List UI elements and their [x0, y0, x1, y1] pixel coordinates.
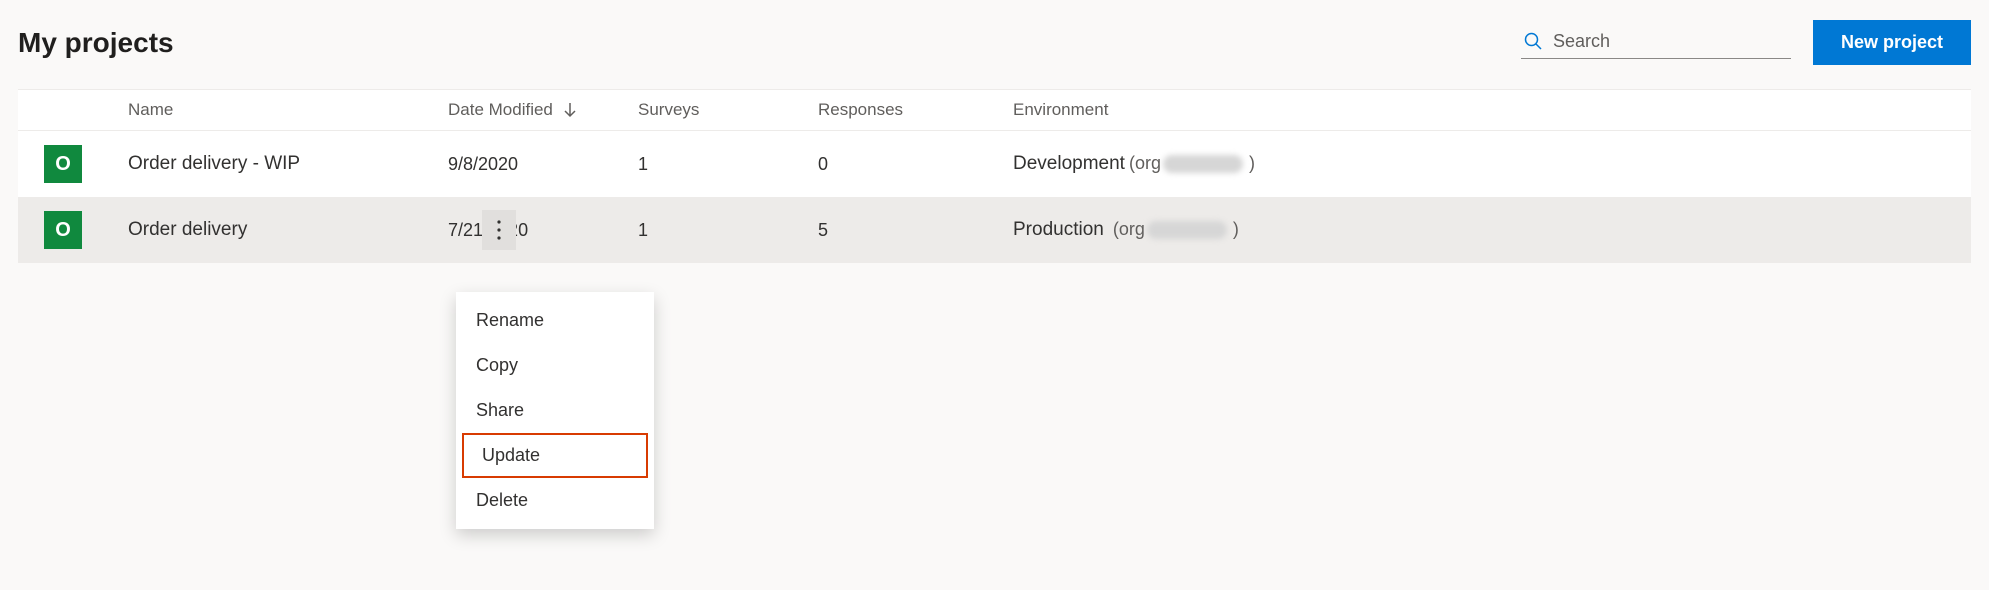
- menu-item-share[interactable]: Share: [456, 388, 654, 433]
- search-input[interactable]: [1553, 31, 1789, 52]
- org-suffix: ): [1249, 153, 1255, 173]
- table-row[interactable]: O Order delivery - WIP 9/8/2020 1 0 Deve…: [18, 131, 1971, 197]
- sort-descending-icon: [563, 102, 577, 118]
- table-row[interactable]: O Order delivery 7/21/2020 1 5 Productio…: [18, 197, 1971, 263]
- project-avatar: O: [44, 211, 82, 249]
- vertical-ellipsis-icon: [497, 220, 501, 240]
- org-prefix: (org: [1129, 153, 1161, 173]
- search-box[interactable]: [1521, 27, 1791, 59]
- context-menu: Rename Copy Share Update Delete: [456, 292, 654, 529]
- column-header-environment[interactable]: Environment: [1013, 100, 1971, 120]
- column-header-responses[interactable]: Responses: [818, 100, 1013, 120]
- org-suffix: ): [1233, 219, 1239, 239]
- column-header-surveys[interactable]: Surveys: [638, 100, 818, 120]
- environment-value: Development: [1013, 153, 1125, 174]
- surveys-value: 1: [638, 154, 648, 174]
- column-header-date-modified[interactable]: Date Modified: [448, 100, 638, 120]
- date-modified-value: 9/8/2020: [448, 154, 518, 175]
- column-header-date-label: Date Modified: [448, 100, 553, 120]
- menu-item-update[interactable]: Update: [462, 433, 648, 478]
- responses-value: 0: [818, 154, 828, 174]
- surveys-value: 1: [638, 220, 648, 240]
- redacted-org-id: [1163, 155, 1243, 173]
- redacted-org-id: [1147, 221, 1227, 239]
- projects-table: Name Date Modified Surveys Responses Env…: [18, 89, 1971, 263]
- table-header-row: Name Date Modified Surveys Responses Env…: [18, 90, 1971, 131]
- new-project-button[interactable]: New project: [1813, 20, 1971, 65]
- table-body: O Order delivery - WIP 9/8/2020 1 0 Deve…: [18, 131, 1971, 263]
- column-header-name[interactable]: Name: [128, 100, 448, 120]
- project-name: Order delivery: [128, 219, 247, 240]
- menu-item-delete[interactable]: Delete: [456, 478, 654, 523]
- environment-value: Production: [1013, 219, 1104, 240]
- header-actions: New project: [1521, 20, 1971, 65]
- project-name: Order delivery - WIP: [128, 153, 300, 174]
- more-actions-button[interactable]: [482, 210, 516, 250]
- menu-item-rename[interactable]: Rename: [456, 298, 654, 343]
- menu-item-copy[interactable]: Copy: [456, 343, 654, 388]
- org-prefix: (org: [1108, 219, 1145, 239]
- search-icon: [1523, 31, 1543, 51]
- page-header: My projects New project: [18, 20, 1971, 65]
- responses-value: 5: [818, 220, 828, 240]
- page-title: My projects: [18, 27, 174, 59]
- project-avatar: O: [44, 145, 82, 183]
